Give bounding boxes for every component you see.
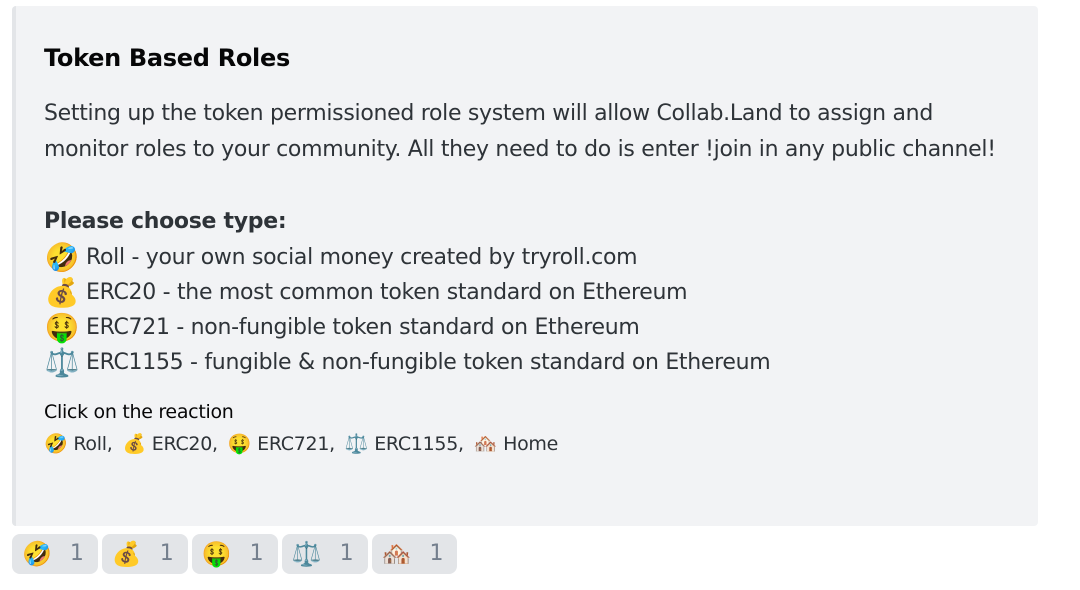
reaction-count: 1 [159,541,174,566]
reaction-roll-button[interactable]: 🤣 1 [12,534,98,574]
reaction-count: 1 [69,541,84,566]
scales-emoji-icon: ⚖️ [344,433,369,455]
rofl-emoji-icon: 🤣 [44,433,68,455]
field-item-label: ERC721, [257,433,335,455]
field-item-label: Home [503,433,559,455]
field-item-label: ERC1155, [374,433,464,455]
money-bag-emoji-icon: 💰 [122,433,146,455]
rofl-emoji-icon: 🤣 [44,241,80,274]
option-text: ERC721 - non-fungible token standard on … [86,315,640,340]
money-bag-emoji-icon: 💰 [111,540,142,568]
option-text: ERC1155 - fungible & non-fungible token … [86,350,771,375]
houses-emoji-icon: 🏘️ [473,433,498,455]
houses-emoji-icon: 🏘️ [381,540,412,568]
money-mouth-emoji-icon: 🤑 [227,433,252,455]
option-text: ERC20 - the most common token standard o… [86,280,688,305]
option-erc721: 🤑 ERC721 - non-fungible token standard o… [44,310,1010,345]
choose-type-heading: Please choose type: [44,209,287,234]
reaction-count: 1 [339,541,354,566]
reaction-erc721-button[interactable]: 🤑 1 [191,534,278,574]
field-item-label: ERC20, [151,433,218,455]
scales-emoji-icon: ⚖️ [44,346,80,379]
reaction-count: 1 [249,541,264,566]
reaction-erc20-button[interactable]: 💰 1 [101,534,188,574]
scales-emoji-icon: ⚖️ [291,540,322,568]
option-erc1155: ⚖️ ERC1155 - fungible & non-fungible tok… [44,345,1010,380]
embed-title: Token Based Roles [44,44,290,72]
rofl-emoji-icon: 🤣 [22,540,52,568]
embed-description: Setting up the token permissioned role s… [44,101,996,162]
reactions-bar: 🤣 1 💰 1 🤑 1 ⚖️ 1 🏘️ 1 [12,534,458,574]
option-text: Roll - your own social money created by … [86,245,638,270]
reaction-home-button[interactable]: 🏘️ 1 [371,534,458,574]
reaction-erc1155-button[interactable]: ⚖️ 1 [281,534,368,574]
money-bag-emoji-icon: 💰 [44,276,80,309]
field-value: 🤣 Roll, 💰 ERC20, 🤑 ERC721, ⚖️ ERC1155, 🏘… [44,428,1010,460]
embed-field: Click on the reaction 🤣 Roll, 💰 ERC20, 🤑… [44,396,1010,460]
option-roll: 🤣 Roll - your own social money created b… [44,240,1010,275]
money-mouth-emoji-icon: 🤑 [44,311,80,344]
message-embed: Token Based Roles Setting up the token p… [12,6,1038,526]
money-mouth-emoji-icon: 🤑 [201,540,232,568]
field-name: Click on the reaction [44,401,234,423]
field-item-label: Roll, [73,433,113,455]
option-erc20: 💰 ERC20 - the most common token standard… [44,275,1010,310]
reaction-count: 1 [429,541,444,566]
